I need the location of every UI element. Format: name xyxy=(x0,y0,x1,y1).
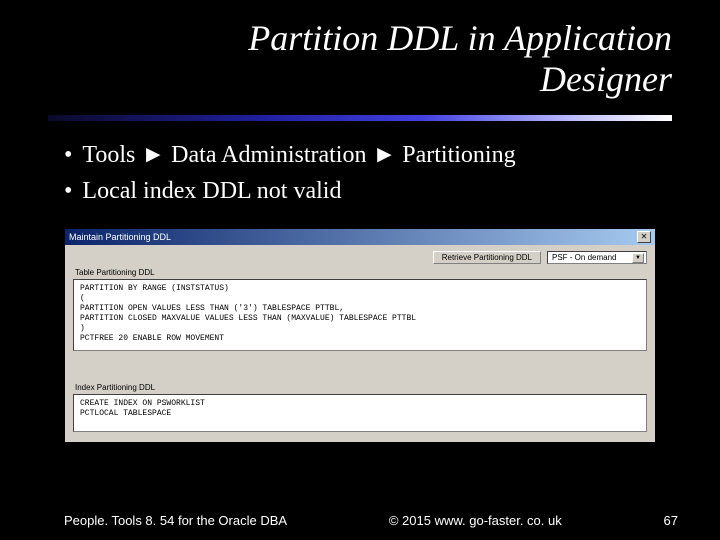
bullet-2: • Local index DDL not valid xyxy=(64,175,672,207)
bullet-2-text: Local index DDL not valid xyxy=(82,175,341,207)
bullet-dot: • xyxy=(64,139,72,171)
index-ddl-textarea[interactable]: CREATE INDEX ON PSWORKLIST PCTLOCAL TABL… xyxy=(73,394,647,432)
bullet-1-seg1: Tools xyxy=(82,142,141,168)
footer-page-number: 67 xyxy=(664,513,678,528)
close-icon[interactable]: ✕ xyxy=(637,231,651,243)
window-title: Maintain Partitioning DDL xyxy=(69,232,171,242)
platform-dropdown[interactable]: PSF - On demand xyxy=(547,251,647,264)
arrow-icon: ► xyxy=(141,141,165,168)
retrieve-button[interactable]: Retrieve Partitioning DDL xyxy=(433,251,541,264)
arrow-icon: ► xyxy=(372,141,396,168)
table-ddl-label: Table Partitioning DDL xyxy=(75,268,647,277)
bullet-1-seg3: Partitioning xyxy=(396,142,515,168)
dialog-window: Maintain Partitioning DDL ✕ Retrieve Par… xyxy=(64,228,656,443)
table-ddl-textarea[interactable]: PARTITION BY RANGE (INSTSTATUS) ( PARTIT… xyxy=(73,279,647,351)
index-ddl-label: Index Partitioning DDL xyxy=(75,383,647,392)
footer: People. Tools 8. 54 for the Oracle DBA ©… xyxy=(0,513,720,528)
window-body: Retrieve Partitioning DDL PSF - On deman… xyxy=(65,245,655,442)
top-row: Retrieve Partitioning DDL PSF - On deman… xyxy=(73,251,647,264)
bullet-1-text: Tools ► Data Administration ► Partitioni… xyxy=(82,139,515,171)
bullet-1-seg2: Data Administration xyxy=(165,142,372,168)
bullet-list: • Tools ► Data Administration ► Partitio… xyxy=(0,121,720,222)
titlebar: Maintain Partitioning DDL ✕ xyxy=(65,229,655,245)
bullet-1: • Tools ► Data Administration ► Partitio… xyxy=(64,139,672,171)
slide-title: Partition DDL in Application Designer xyxy=(0,0,720,109)
footer-center: © 2015 www. go-faster. co. uk xyxy=(389,513,562,528)
bullet-dot: • xyxy=(64,175,72,207)
footer-left: People. Tools 8. 54 for the Oracle DBA xyxy=(64,513,287,528)
